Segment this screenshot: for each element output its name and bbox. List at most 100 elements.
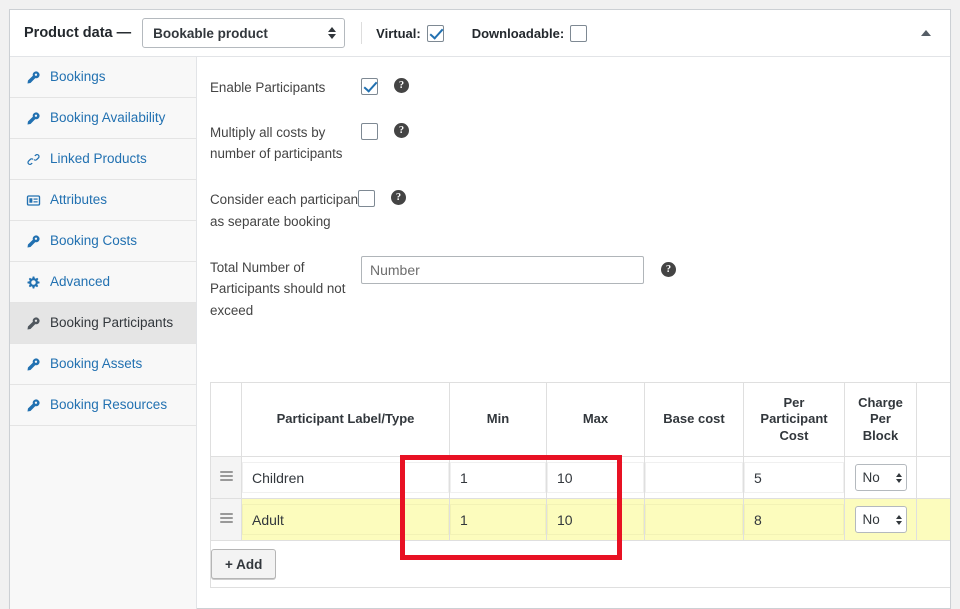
- wrench-icon: [25, 397, 41, 413]
- sidebar-item-booking-costs[interactable]: Booking Costs: [10, 221, 196, 262]
- per-participant-cost-cell: [743, 456, 845, 499]
- max-input[interactable]: [547, 462, 644, 493]
- page-title: Product data —: [24, 25, 132, 41]
- multiply-costs-label-line1: Multiply all costs by: [210, 124, 326, 140]
- enable-participants-checkbox[interactable]: [361, 78, 378, 95]
- help-icon[interactable]: ?: [394, 78, 409, 93]
- min-input[interactable]: [450, 504, 546, 535]
- wrench-icon: [25, 110, 41, 126]
- per-participant-cost-input[interactable]: [744, 504, 844, 535]
- drag-handle-icon[interactable]: [219, 511, 233, 525]
- sidebar-item-label: Booking Costs: [50, 233, 138, 249]
- tabs-sidebar: Bookings Booking Availability Linked Pro…: [10, 57, 197, 609]
- row-drag-handle-cell[interactable]: [210, 456, 242, 499]
- max-input[interactable]: [547, 504, 644, 535]
- drag-handle-icon[interactable]: [219, 469, 233, 483]
- separate-booking-row: Consider each participant as separate bo…: [210, 188, 950, 232]
- total-participants-label: Total Number of Participants should not …: [210, 256, 361, 322]
- base-cost-input[interactable]: [645, 462, 743, 493]
- total-participants-input[interactable]: [361, 255, 644, 284]
- downloadable-group: Downloadable:: [471, 24, 588, 42]
- max-cell: [546, 456, 645, 499]
- wrench-icon: [25, 356, 41, 372]
- add-row-button[interactable]: + Add: [211, 549, 277, 579]
- min-cell: [449, 498, 547, 541]
- base-cost-cell: [644, 498, 744, 541]
- attributes-icon: [25, 192, 41, 208]
- sidebar-item-linked-products[interactable]: Linked Products: [10, 139, 196, 180]
- charge-per-block-select-wrap: No: [854, 506, 907, 533]
- multiply-costs-checkbox[interactable]: [361, 122, 378, 140]
- panel-header: Product data — Bookable product Virtual:…: [10, 10, 950, 57]
- total-participants-label-line2: Participants should not: [210, 281, 346, 297]
- remove-cell[interactable]: [916, 498, 950, 541]
- sidebar-item-booking-assets[interactable]: Booking Assets: [10, 344, 196, 385]
- link-icon: [25, 151, 41, 167]
- participant-label-cell: [241, 498, 450, 541]
- min-input[interactable]: [450, 462, 546, 493]
- column-header-participant-label: Participant Label/Type: [241, 382, 450, 457]
- participants-table: Participant Label/Type Min Max Base cost…: [210, 382, 950, 588]
- help-icon[interactable]: ?: [394, 122, 409, 138]
- sidebar-item-label: Booking Resources: [50, 397, 168, 413]
- product-type-select[interactable]: Bookable product: [142, 18, 346, 48]
- per-participant-cost-cell: [743, 498, 845, 541]
- caret-up-icon[interactable]: [918, 25, 934, 41]
- separate-booking-checkbox[interactable]: [358, 190, 375, 208]
- table-body: No: [210, 456, 950, 541]
- multiply-costs-label: Multiply all costs by number of particip…: [210, 121, 361, 165]
- enable-participants-row: Enable Participants ?: [210, 76, 950, 99]
- sidebar-item-attributes[interactable]: Attributes: [10, 180, 196, 221]
- table-row: No: [210, 498, 950, 541]
- header-divider: [361, 22, 363, 44]
- virtual-checkbox[interactable]: [426, 24, 444, 42]
- help-icon[interactable]: ?: [391, 190, 406, 206]
- table-header: Participant Label/Type Min Max Base cost…: [210, 382, 950, 457]
- column-header-charge-per-block: Charge Per Block: [844, 382, 917, 457]
- sidebar-item-label: Bookings: [50, 69, 106, 85]
- sidebar-item-booking-availability[interactable]: Booking Availability: [10, 98, 196, 139]
- downloadable-label: Downloadable:: [471, 25, 565, 41]
- wrench-icon: [25, 315, 41, 331]
- downloadable-checkbox[interactable]: [570, 24, 588, 42]
- base-cost-cell: [644, 456, 744, 499]
- charge-per-block-select[interactable]: No: [854, 464, 907, 491]
- column-header-per-participant-cost: Per Participant Cost: [743, 382, 845, 457]
- multiply-costs-row: Multiply all costs by number of particip…: [210, 121, 950, 165]
- wrench-icon: [25, 233, 41, 249]
- gear-icon: [25, 274, 41, 290]
- participants-table-wrap: Participant Label/Type Min Max Base cost…: [210, 382, 950, 588]
- sidebar-item-label: Booking Participants: [50, 315, 174, 331]
- sidebar-item-label: Booking Assets: [50, 356, 143, 372]
- sidebar-item-bookings[interactable]: Bookings: [10, 57, 196, 98]
- remove-cell[interactable]: [916, 456, 950, 499]
- column-header-remove: [916, 382, 950, 457]
- total-participants-label-line3: exceed: [210, 302, 254, 318]
- sidebar-item-booking-resources[interactable]: Booking Resources: [10, 385, 196, 426]
- sidebar-item-advanced[interactable]: Advanced: [10, 262, 196, 303]
- per-participant-cost-input[interactable]: [744, 462, 844, 493]
- sidebar-item-label: Booking Availability: [50, 110, 166, 126]
- table-footer: + Add: [210, 540, 950, 588]
- participant-label-cell: [241, 456, 450, 499]
- product-type-select-wrap: Bookable product: [142, 18, 346, 48]
- separate-booking-label-line2: as separate booking: [210, 213, 331, 229]
- table-footer-row: + Add: [210, 540, 950, 588]
- panel-body: Bookings Booking Availability Linked Pro…: [10, 57, 950, 609]
- sidebar-item-label: Linked Products: [50, 151, 147, 167]
- base-cost-input[interactable]: [645, 504, 743, 535]
- sidebar-item-booking-participants[interactable]: Booking Participants: [10, 303, 196, 344]
- sidebar-item-label: Advanced: [50, 274, 111, 290]
- help-icon[interactable]: ?: [661, 261, 676, 277]
- wrench-icon: [25, 69, 41, 85]
- charge-per-block-select[interactable]: No: [854, 506, 907, 533]
- product-data-panel: Product data — Bookable product Virtual:…: [9, 9, 951, 609]
- participant-label-input[interactable]: [242, 504, 449, 535]
- row-drag-handle-cell[interactable]: [210, 498, 242, 541]
- charge-per-block-select-wrap: No: [854, 464, 907, 491]
- column-header-min: Min: [449, 382, 547, 457]
- column-header-handle: [210, 382, 242, 457]
- column-header-base-cost: Base cost: [644, 382, 744, 457]
- total-participants-label-line1: Total Number of: [210, 259, 305, 275]
- participant-label-input[interactable]: [242, 462, 449, 493]
